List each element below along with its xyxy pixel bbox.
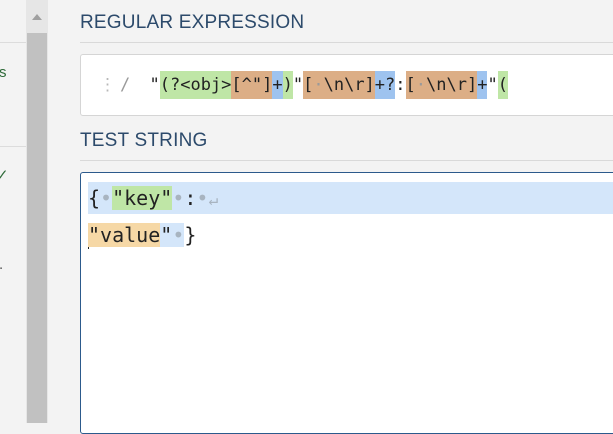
quote-char: " — [88, 223, 101, 247]
scroll-up-icon[interactable] — [32, 14, 42, 20]
whitespace-dot: • — [172, 186, 185, 210]
whitespace-dot: • — [196, 186, 209, 210]
scrollbar-thumb[interactable] — [27, 33, 47, 423]
regex-input[interactable]: ⋮ / "(?<obj>[^"]+)"[·\n\r]+?:[·\n\r]+"( — [80, 54, 613, 116]
regex-token: \n\r] — [323, 71, 375, 99]
quote-char: " — [160, 223, 173, 247]
test-string-line-2[interactable]: "value"•} — [88, 219, 196, 251]
main-panel: REGULAR EXPRESSION ⋮ / "(?<obj>[^"]+)"[·\… — [48, 0, 613, 434]
colon-char: : — [184, 186, 197, 210]
regex-token: " — [149, 75, 160, 95]
test-string-input[interactable]: {•"key"•:•↵ "value"•} — [80, 172, 613, 434]
test-string-section-title: TEST STRING — [80, 130, 208, 151]
quote-char: " — [112, 186, 125, 210]
match-value-text: value — [100, 223, 161, 247]
left-panel-text-fragment: . — [0, 256, 3, 273]
brace-close: } — [184, 223, 197, 247]
regex-title-divider — [80, 42, 613, 43]
regex-token: (?<obj> — [159, 71, 232, 99]
whitespace-dot: • — [100, 186, 113, 210]
quote-char: " — [160, 186, 173, 210]
regex-section-title: REGULAR EXPRESSION — [80, 12, 305, 33]
regex-token: ) — [282, 71, 293, 99]
left-panel-divider — [0, 42, 26, 43]
drag-handle-icon[interactable]: ⋮ — [99, 75, 116, 95]
whitespace-dot: • — [172, 223, 185, 247]
regex-expression-line[interactable]: ⋮ / "(?<obj>[^"]+)"[·\n\r]+?:[·\n\r]+"( — [99, 71, 508, 99]
left-panel: s ✓ . — [0, 0, 26, 423]
regex-token: [ — [303, 71, 314, 99]
test-string-line-1[interactable]: {•"key"•:•↵ — [88, 182, 613, 214]
regex-token: : — [395, 75, 406, 95]
brace-open: { — [88, 186, 101, 210]
left-panel-divider — [0, 146, 26, 147]
regex-token: +? — [374, 71, 396, 99]
checkmark-icon: ✓ — [0, 167, 9, 184]
left-panel-scrollbar[interactable] — [26, 0, 48, 423]
regex-token: · — [313, 71, 324, 99]
regex-token: \n\r] — [426, 71, 478, 99]
regex-token: ( — [497, 71, 508, 99]
regex-delimiter: / — [120, 75, 131, 95]
return-icon: ↵ — [208, 190, 219, 209]
regex-token: [ — [405, 71, 416, 99]
regex-token: + — [272, 71, 283, 99]
regex-token: " — [487, 75, 498, 95]
match-key-text: key — [124, 186, 161, 210]
regex-token: " — [292, 75, 304, 95]
left-panel-text-fragment[interactable]: s — [0, 64, 7, 81]
regex-token: · — [415, 71, 427, 99]
test-title-divider — [80, 160, 613, 161]
regex-token: + — [477, 71, 488, 99]
regex-token: [^"] — [231, 71, 273, 99]
